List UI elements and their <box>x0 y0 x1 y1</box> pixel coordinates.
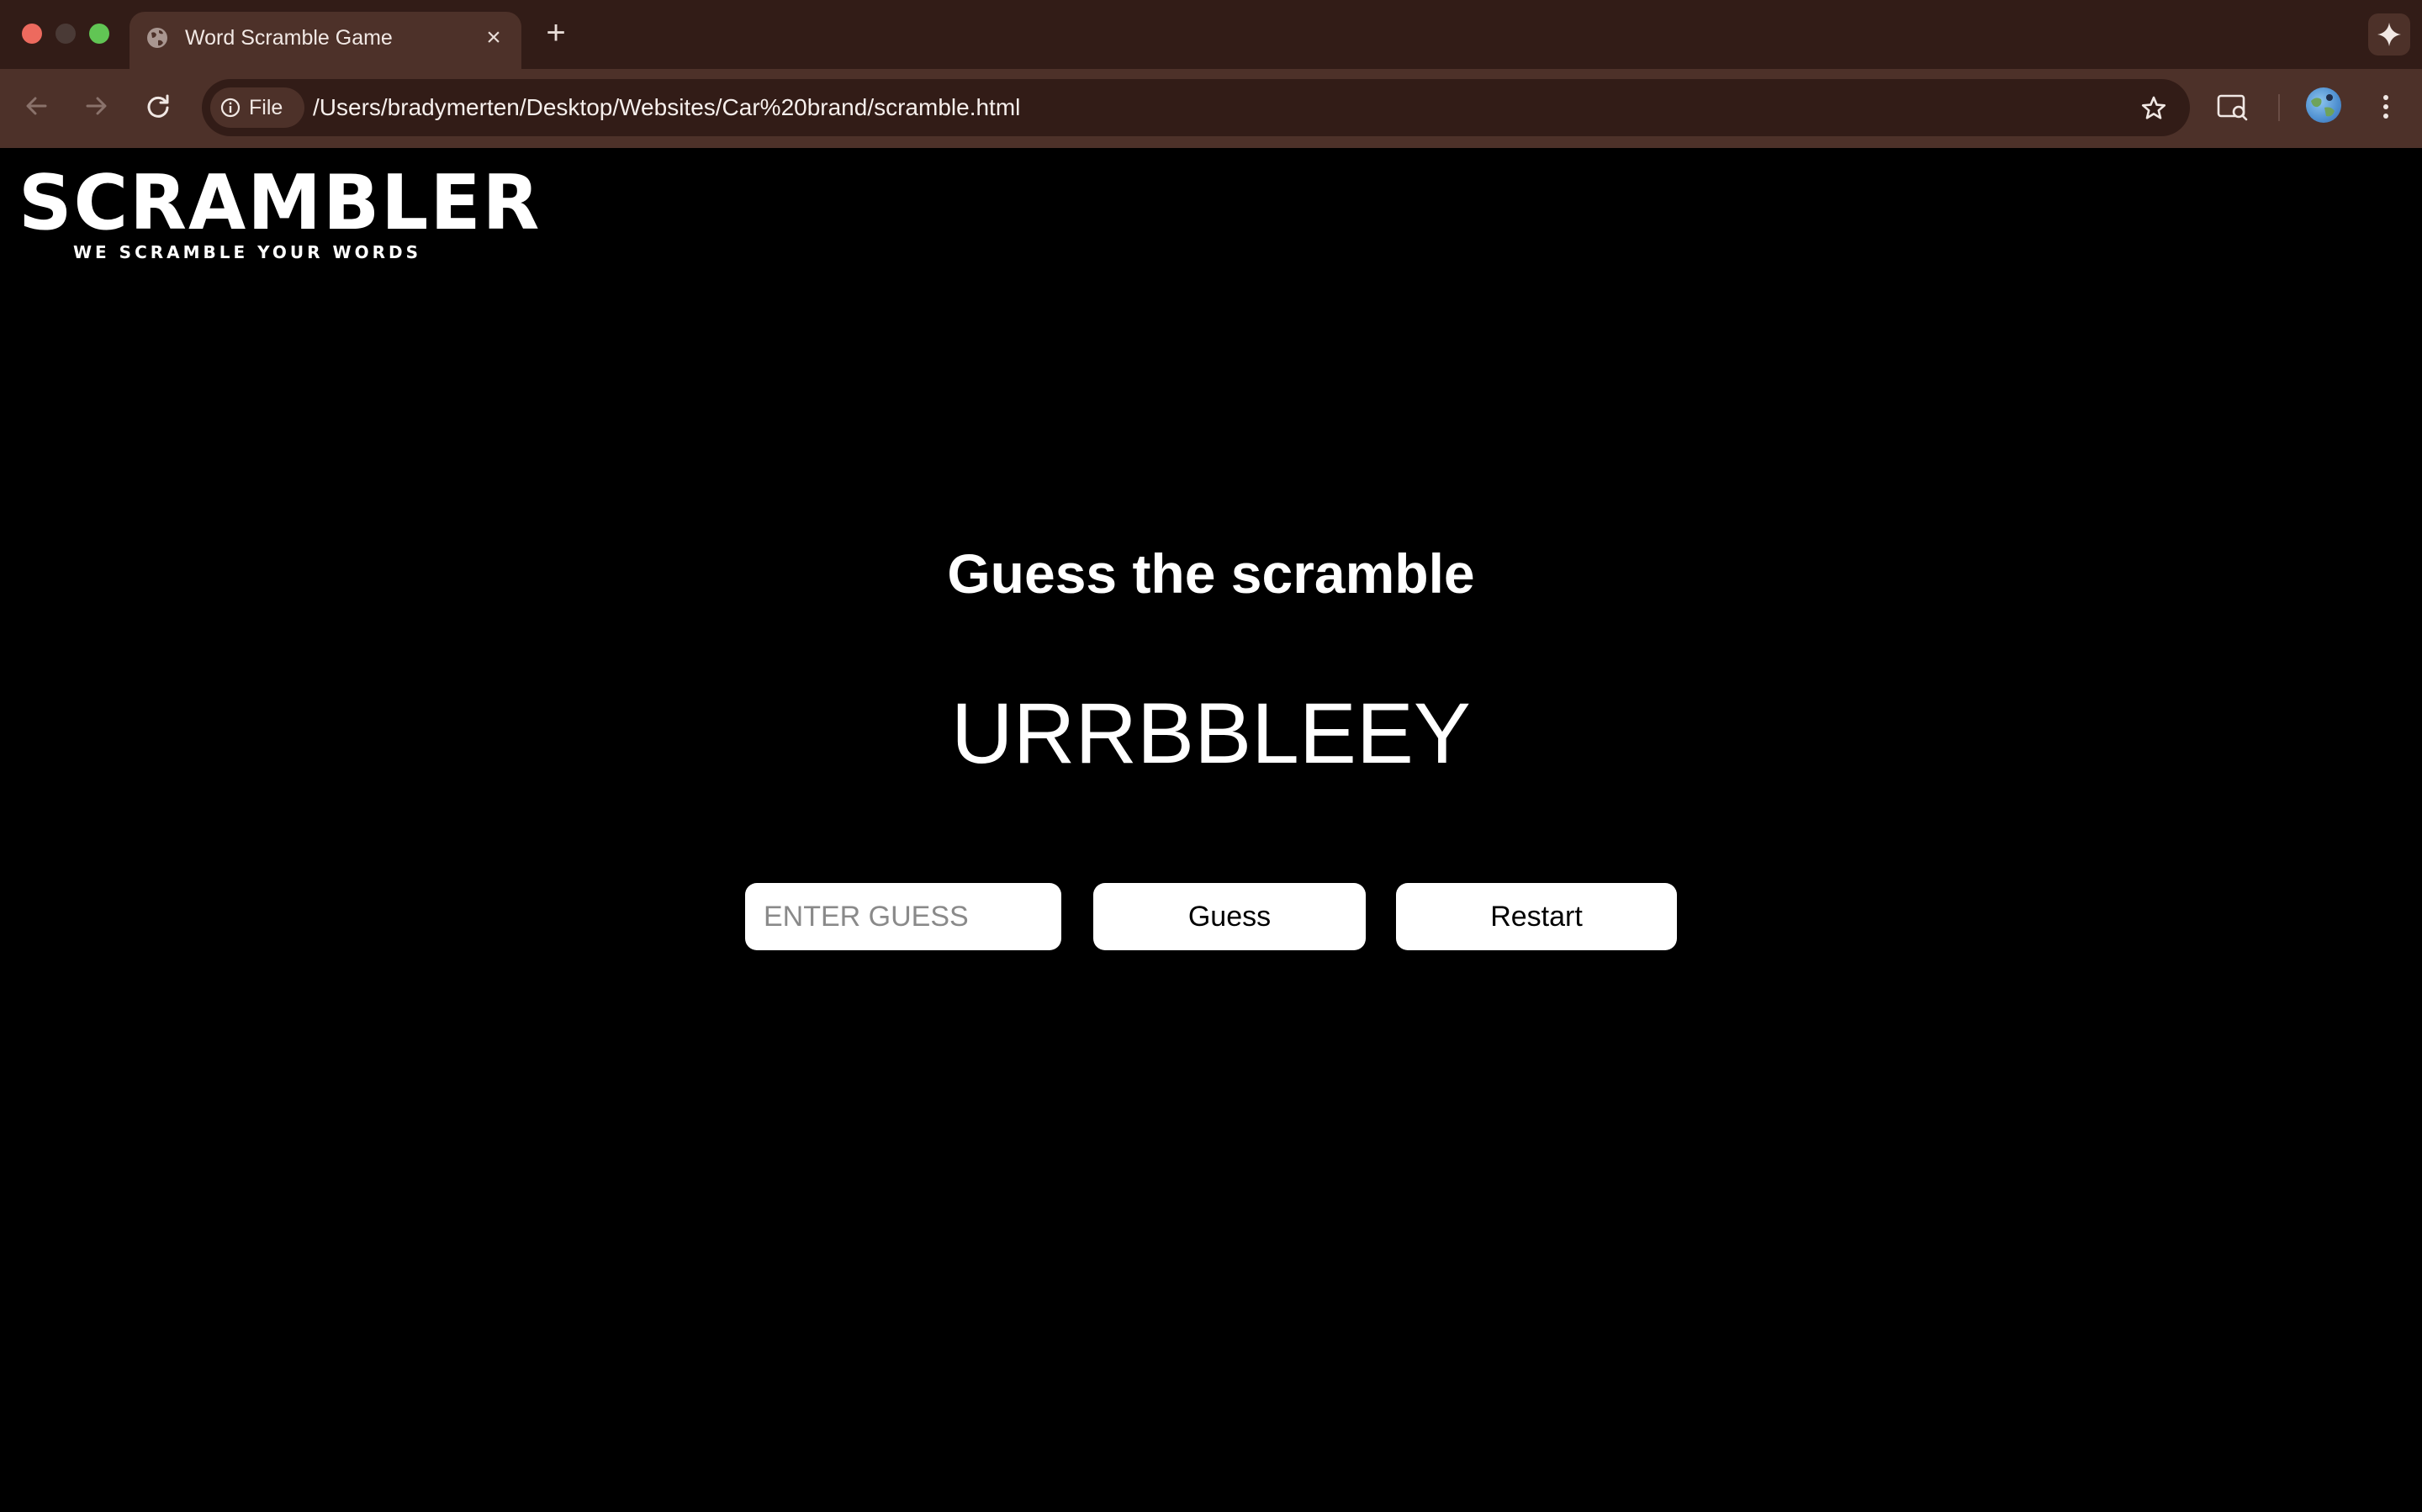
tab-strip: Word Scramble Game × + <box>0 0 2422 69</box>
sparkle-icon <box>2377 23 2401 46</box>
tab-word-scramble-game[interactable]: Word Scramble Game × <box>130 12 521 69</box>
site-info-label: File <box>249 96 283 119</box>
browser-toolbar: File /Users/bradymerten/Desktop/Websites… <box>0 69 2422 148</box>
search-lens-icon[interactable] <box>2213 87 2252 126</box>
logo-title: SCRAMBLER <box>19 159 542 247</box>
reload-icon[interactable] <box>140 87 177 124</box>
window-minimize-button[interactable] <box>56 24 76 44</box>
url-text[interactable]: /Users/bradymerten/Desktop/Websites/Car%… <box>313 93 1020 123</box>
new-tab-button[interactable]: + <box>538 15 574 50</box>
avatar[interactable] <box>2306 87 2341 123</box>
guess-button[interactable]: Guess <box>1093 883 1366 950</box>
restart-button[interactable]: Restart <box>1396 883 1677 950</box>
tab-title: Word Scramble Game <box>185 26 393 50</box>
site-info-chip[interactable]: File <box>210 87 304 128</box>
window-maximize-button[interactable] <box>89 24 109 44</box>
globe-icon <box>147 28 167 48</box>
logo: SCRAMBLER WE SCRAMBLE YOUR WORDS <box>19 159 542 263</box>
toolbar-separator <box>2278 94 2280 121</box>
page-content: SCRAMBLER WE SCRAMBLE YOUR WORDS Guess t… <box>0 148 2422 1512</box>
arrow-right-icon[interactable] <box>77 87 114 124</box>
browser-window: Word Scramble Game × + File /Users/brady… <box>0 0 2422 1512</box>
guess-input[interactable] <box>745 883 1061 950</box>
scrambled-word: URRBBLEEY <box>951 685 1471 781</box>
info-icon <box>220 98 241 118</box>
gemini-button[interactable] <box>2368 13 2410 56</box>
tab-close-icon[interactable]: × <box>479 24 508 52</box>
page-title: Guess the scramble <box>947 542 1475 605</box>
address-bar[interactable]: File /Users/bradymerten/Desktop/Websites… <box>202 79 2190 136</box>
profile-picture <box>2311 94 2335 117</box>
kebab-menu-icon[interactable] <box>2366 87 2405 126</box>
arrow-left-icon[interactable] <box>19 87 56 124</box>
star-icon[interactable] <box>2139 94 2168 123</box>
window-close-button[interactable] <box>22 24 42 44</box>
